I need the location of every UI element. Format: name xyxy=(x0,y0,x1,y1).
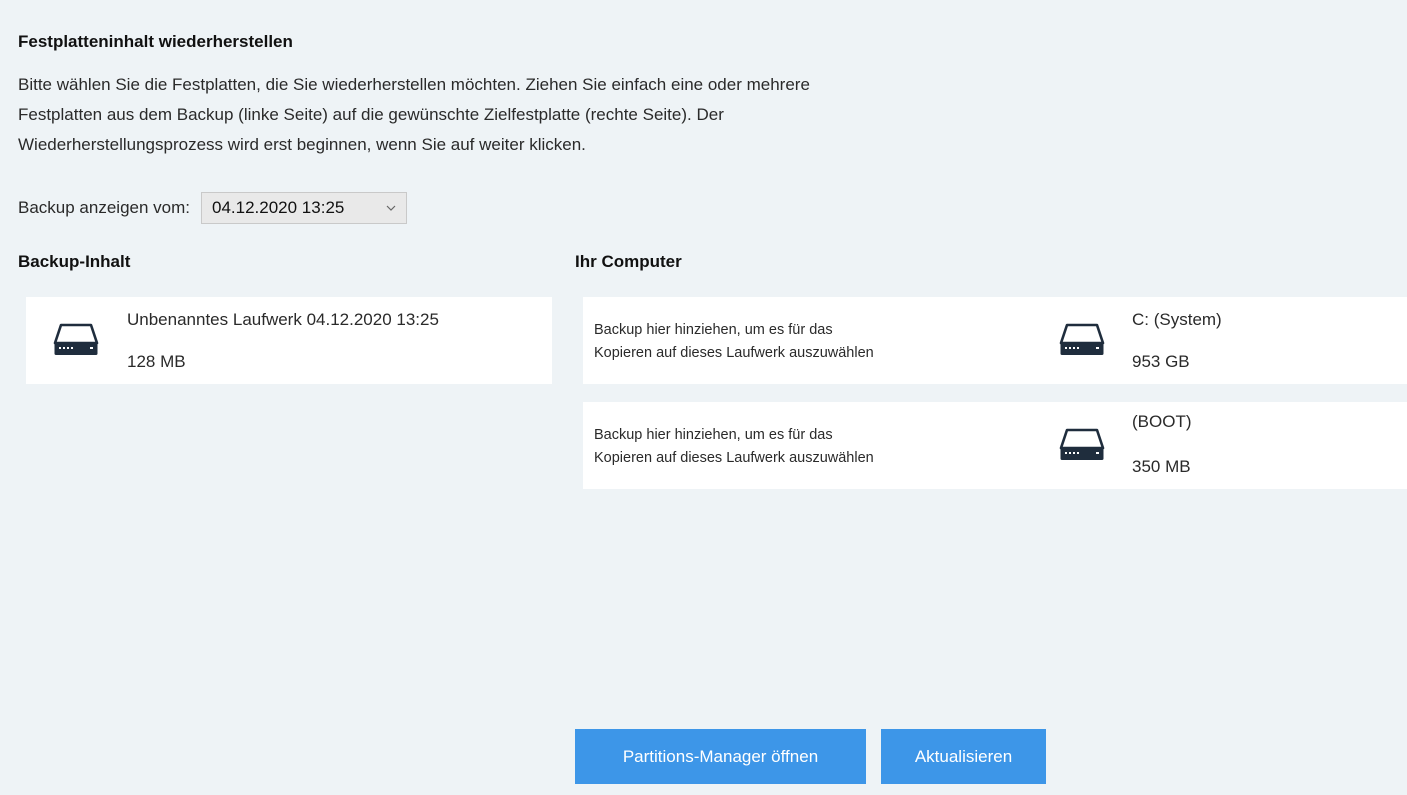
restore-disk-page: Festplatteninhalt wiederherstellen Bitte… xyxy=(0,0,1407,795)
refresh-button[interactable]: Aktualisieren xyxy=(881,729,1046,784)
target-drive-size: 953 GB xyxy=(1132,352,1190,371)
hard-drive-icon xyxy=(1059,428,1105,460)
instructions-line: Bitte wählen Sie die Festplatten, die Si… xyxy=(18,75,810,94)
backup-selector-label: Backup anzeigen vom: xyxy=(18,198,190,217)
backup-date-value: 04.12.2020 13:25 xyxy=(212,198,345,217)
drop-hint-line: Backup hier hinziehen, um es für das xyxy=(594,427,833,443)
open-partition-manager-button[interactable]: Partitions-Manager öffnen xyxy=(575,729,866,784)
drop-hint-line: Kopieren auf dieses Laufwerk auszuwählen xyxy=(594,450,874,466)
instructions-line: Wiederherstellungsprozess wird erst begi… xyxy=(18,135,586,154)
computer-heading: Ihr Computer xyxy=(575,252,682,271)
drop-hint: Backup hier hinziehen, um es für das Kop… xyxy=(594,424,1014,470)
backup-selector-row: Backup anzeigen vom: 04.12.2020 13:25 xyxy=(18,192,407,224)
backup-drive-card[interactable]: Unbenanntes Laufwerk 04.12.2020 13:25 12… xyxy=(26,297,552,384)
instructions-line: Festplatten aus dem Backup (linke Seite)… xyxy=(18,105,724,124)
backup-drive-size: 128 MB xyxy=(127,352,186,371)
instructions-text: Bitte wählen Sie die Festplatten, die Si… xyxy=(18,70,1018,160)
drop-hint: Backup hier hinziehen, um es für das Kop… xyxy=(594,319,1014,365)
target-drive-card[interactable]: Backup hier hinziehen, um es für das Kop… xyxy=(583,297,1407,384)
hard-drive-icon xyxy=(53,323,99,355)
chevron-down-icon xyxy=(386,205,396,211)
page-title: Festplatteninhalt wiederherstellen xyxy=(18,32,293,51)
backup-content-heading: Backup-Inhalt xyxy=(18,252,131,271)
target-drive-name: (BOOT) xyxy=(1132,412,1192,431)
target-drive-name: C: (System) xyxy=(1132,310,1222,329)
backup-date-dropdown[interactable]: 04.12.2020 13:25 xyxy=(201,192,407,224)
target-drive-card[interactable]: Backup hier hinziehen, um es für das Kop… xyxy=(583,402,1407,489)
drop-hint-line: Kopieren auf dieses Laufwerk auszuwählen xyxy=(594,345,874,361)
target-drive-size: 350 MB xyxy=(1132,457,1191,476)
hard-drive-icon xyxy=(1059,323,1105,355)
backup-drive-name: Unbenanntes Laufwerk 04.12.2020 13:25 xyxy=(127,310,439,329)
drop-hint-line: Backup hier hinziehen, um es für das xyxy=(594,322,833,338)
